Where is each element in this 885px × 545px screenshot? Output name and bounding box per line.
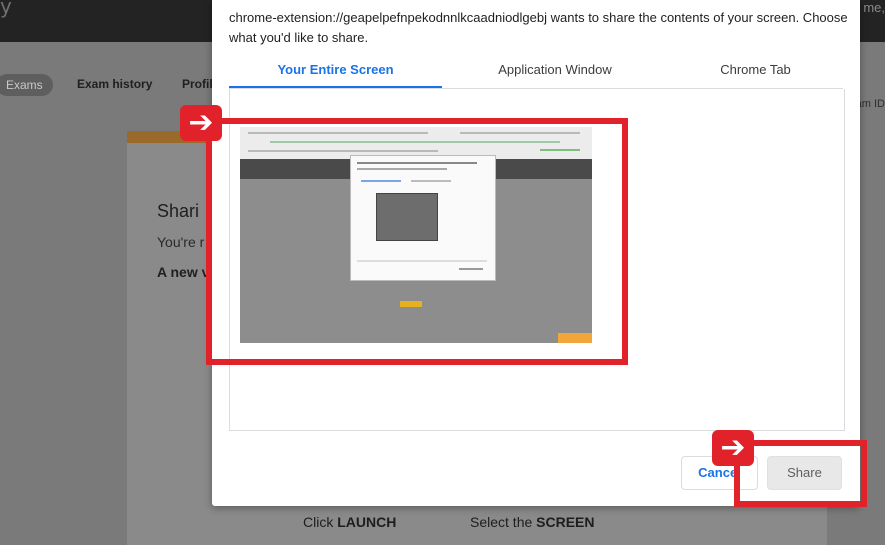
right-arrow-icon: ➔: [180, 105, 222, 141]
tab-chrome-tab[interactable]: Chrome Tab: [668, 58, 843, 88]
exam-id-label: am ID: [855, 98, 885, 110]
card-subtext: You're r: [157, 234, 205, 250]
card-heading: Shari: [157, 201, 200, 221]
tab-application-window[interactable]: Application Window: [442, 58, 668, 88]
tab-entire-screen[interactable]: Your Entire Screen: [229, 58, 442, 88]
nav-pill-exams[interactable]: Exams: [0, 74, 53, 96]
header-user-text: me,: [863, 0, 885, 15]
instruction-screen: Select the SCREEN: [470, 514, 595, 530]
dialog-message: chrome-extension://geapelpefnpekodnnlkca…: [229, 10, 848, 45]
brand-logo: y: [0, 0, 12, 18]
highlight-screen-thumbnail: [206, 118, 628, 365]
instruction-launch: Click LAUNCH: [303, 514, 397, 530]
share-tabs: Your Entire Screen Application Window Ch…: [229, 58, 843, 88]
card-bold-text: A new v: [157, 264, 210, 280]
nav-link-exam-history[interactable]: Exam history: [77, 77, 152, 91]
nav-link-profile[interactable]: Profil: [182, 77, 213, 91]
right-arrow-icon: ➔: [712, 430, 754, 466]
